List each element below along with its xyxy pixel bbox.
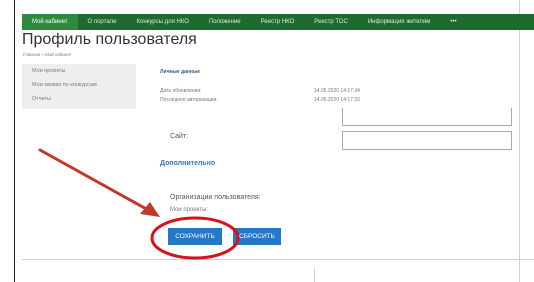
nav-item-resident-info[interactable]: Информация жителям <box>358 14 440 30</box>
frame-right-border <box>519 0 520 282</box>
previous-field-input[interactable] <box>342 108 512 126</box>
top-navigation-bar: Мой кабинет О портале Конкурсы для НКО П… <box>22 14 534 30</box>
annotation-arrow-shaft <box>38 148 152 213</box>
reset-button[interactable]: СБРОСИТЬ <box>233 228 281 245</box>
nav-item-contests[interactable]: Конкурсы для НКО <box>127 14 199 30</box>
nav-item-nko-registry[interactable]: Реестр НКО <box>251 14 305 30</box>
nav-item-more[interactable]: ••• <box>440 14 466 30</box>
frame-left-border <box>14 0 15 282</box>
site-label: Сайт: <box>170 133 189 140</box>
personal-data-title: Личные данные <box>160 69 200 75</box>
additional-section-title: Дополнительно <box>160 160 216 167</box>
last-login-label: Последняя авторизация: <box>160 97 218 103</box>
breadcrumb[interactable]: Главная » Мой кабинет <box>23 52 72 57</box>
annotation-arrow-head <box>140 202 160 217</box>
updated-date-label: Дата обновления: <box>160 88 202 94</box>
sidebar-item-reports[interactable]: Отчеты <box>22 92 136 106</box>
last-login-value: 14.05.2020 14:17:33 <box>314 97 360 103</box>
my-projects-label: Мои проекты: <box>170 207 209 213</box>
sidebar: Мои проекты Мои заявки по конкурсам Отче… <box>22 64 136 109</box>
save-button[interactable]: СОХРАНИТЬ <box>168 228 222 245</box>
nav-item-regulations[interactable]: Положение <box>199 14 251 30</box>
nav-item-my-cabinet[interactable]: Мой кабинет <box>22 14 78 30</box>
divider-vertical <box>314 268 315 282</box>
organizations-label: Организации пользователя: <box>170 194 261 201</box>
site-input[interactable] <box>342 131 512 150</box>
sidebar-item-my-projects[interactable]: Мои проекты <box>22 64 136 78</box>
page-title: Профиль пользователя <box>22 31 197 48</box>
sidebar-item-my-applications[interactable]: Мои заявки по конкурсам <box>22 78 136 92</box>
divider-line <box>22 259 534 260</box>
nav-item-about[interactable]: О портале <box>78 14 127 30</box>
updated-date-value: 14.05.2020 14:17:34 <box>314 88 360 94</box>
nav-item-tos-registry[interactable]: Реестр ТОС <box>304 14 358 30</box>
